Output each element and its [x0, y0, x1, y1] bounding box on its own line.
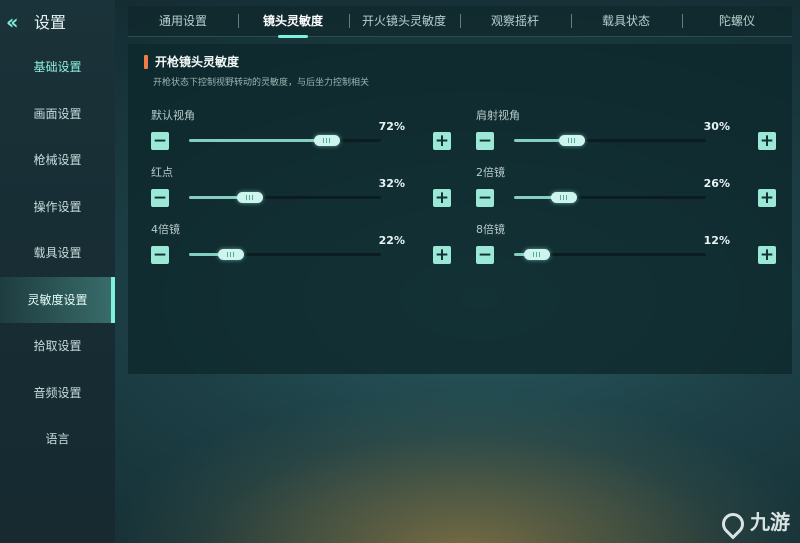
- sidebar-item-controls[interactable]: 操作设置: [0, 184, 115, 231]
- setting-value: 26%: [703, 177, 730, 190]
- minus-button[interactable]: −: [476, 132, 494, 150]
- double-chevron-left-icon[interactable]: ‹‹: [6, 10, 19, 34]
- plus-button[interactable]: +: [433, 246, 451, 264]
- setting-label: 默认视角: [151, 109, 195, 122]
- slider-track[interactable]: [189, 192, 381, 203]
- sidebar: ‹‹ 设置 基础设置 画面设置 枪械设置 操作设置 载具设置 灵敏度设置 拾取设…: [0, 0, 115, 543]
- setting-label: 肩射视角: [476, 109, 520, 122]
- minus-button[interactable]: −: [151, 132, 169, 150]
- watermark-text: 九游: [750, 510, 790, 534]
- sidebar-item-vehicle[interactable]: 载具设置: [0, 230, 115, 277]
- plus-button[interactable]: +: [758, 132, 776, 150]
- slider-handle[interactable]: [314, 135, 341, 146]
- tab-vehicle-state[interactable]: 载具状态: [571, 6, 681, 36]
- slider-handle[interactable]: [550, 192, 577, 203]
- slider-track[interactable]: [514, 249, 706, 260]
- sidebar-item-sensitivity[interactable]: 灵敏度设置: [0, 276, 115, 323]
- tab-general[interactable]: 通用设置: [128, 6, 238, 36]
- sidebar-item-audio[interactable]: 音频设置: [0, 370, 115, 417]
- tab-look-joystick[interactable]: 观察摇杆: [460, 6, 570, 36]
- setting-label: 2倍镜: [476, 166, 505, 179]
- setting-label: 红点: [151, 166, 173, 179]
- sidebar-item-language[interactable]: 语言: [0, 416, 115, 463]
- setting-label: 8倍镜: [476, 223, 505, 236]
- setting-value: 30%: [703, 120, 730, 133]
- slider-fill: [189, 139, 328, 142]
- sidebar-item-weapons[interactable]: 枪械设置: [0, 137, 115, 184]
- slider-handle[interactable]: [558, 135, 585, 146]
- watermark-logo: 九游: [717, 506, 790, 540]
- setting-value: 32%: [378, 177, 405, 190]
- settings-panel: 开枪镜头灵敏度 开枪状态下控制视野转动的灵敏度，与后坐力控制相关 默认视角 72…: [128, 44, 792, 374]
- slider-track[interactable]: [189, 249, 381, 260]
- plus-button[interactable]: +: [433, 132, 451, 150]
- minus-button[interactable]: −: [151, 189, 169, 207]
- setting-default-view: 默认视角 72% − +: [151, 107, 451, 157]
- page-title: 设置: [34, 13, 67, 32]
- slider-track[interactable]: [189, 135, 381, 146]
- plus-button[interactable]: +: [758, 246, 776, 264]
- sidebar-item-basic[interactable]: 基础设置: [0, 44, 115, 91]
- tab-gyroscope[interactable]: 陀螺仪: [682, 6, 792, 36]
- slider-handle[interactable]: [218, 249, 245, 260]
- slider-handle[interactable]: [524, 249, 551, 260]
- tab-fire-camera-sensitivity[interactable]: 开火镜头灵敏度: [349, 6, 459, 36]
- minus-button[interactable]: −: [476, 189, 494, 207]
- setting-8x-scope: 8倍镜 12% − +: [476, 221, 776, 271]
- sidebar-item-pickup[interactable]: 拾取设置: [0, 323, 115, 370]
- slider-track[interactable]: [514, 192, 706, 203]
- slider-track[interactable]: [514, 135, 706, 146]
- jiuyou-logo-icon: [717, 507, 749, 540]
- tab-bar: 通用设置 镜头灵敏度 开火镜头灵敏度 观察摇杆 载具状态 陀螺仪: [128, 6, 792, 38]
- tab-camera-sensitivity[interactable]: 镜头灵敏度: [238, 6, 348, 38]
- sidebar-nav: 基础设置 画面设置 枪械设置 操作设置 载具设置 灵敏度设置 拾取设置 音频设置…: [0, 44, 115, 463]
- slider-handle[interactable]: [237, 192, 264, 203]
- sidebar-item-graphics[interactable]: 画面设置: [0, 91, 115, 138]
- setting-value: 12%: [703, 234, 730, 247]
- minus-button[interactable]: −: [151, 246, 169, 264]
- setting-shoulder-view: 肩射视角 30% − +: [476, 107, 776, 157]
- minus-button[interactable]: −: [476, 246, 494, 264]
- plus-button[interactable]: +: [758, 189, 776, 207]
- setting-red-dot: 红点 32% − +: [151, 164, 451, 214]
- section-marker: [144, 55, 148, 69]
- setting-4x-scope: 4倍镜 22% − +: [151, 221, 451, 271]
- setting-value: 72%: [378, 120, 405, 133]
- setting-label: 4倍镜: [151, 223, 180, 236]
- setting-2x-scope: 2倍镜 26% − +: [476, 164, 776, 214]
- setting-value: 22%: [378, 234, 405, 247]
- section-title: 开枪镜头灵敏度: [155, 55, 240, 69]
- plus-button[interactable]: +: [433, 189, 451, 207]
- section-description: 开枪状态下控制视野转动的灵敏度，与后坐力控制相关: [153, 78, 370, 88]
